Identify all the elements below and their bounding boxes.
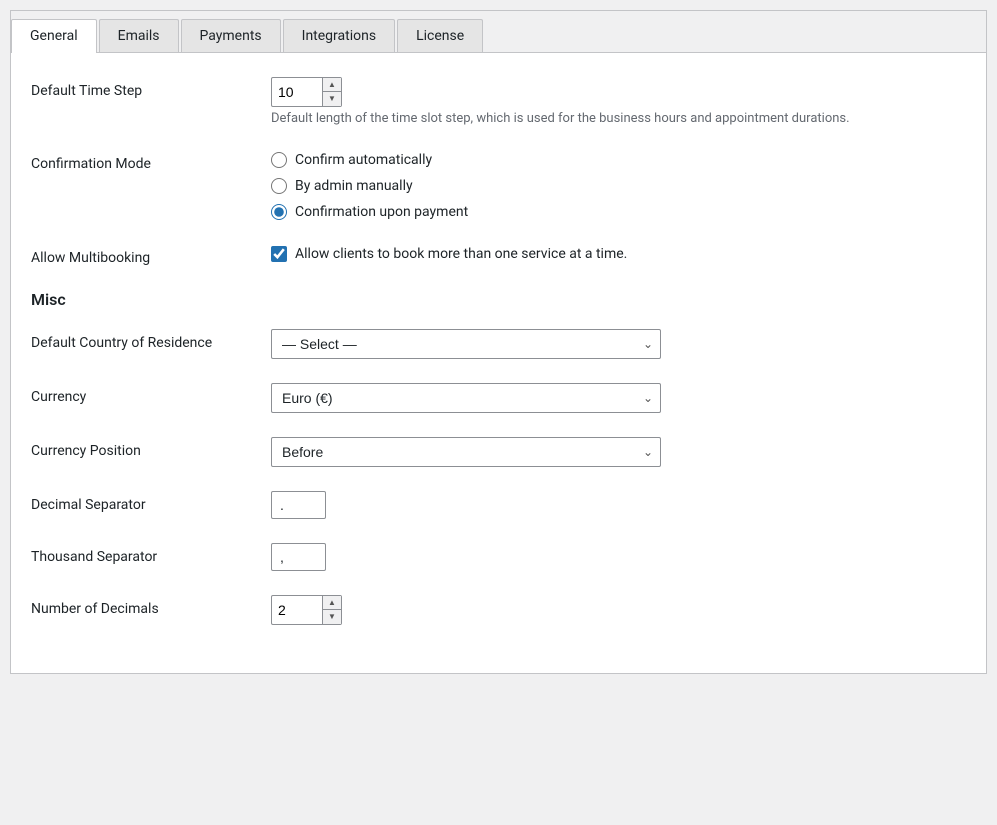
decimals-spinner: ▲ ▼ <box>322 596 341 624</box>
thousand-separator-row: Thousand Separator <box>31 543 966 571</box>
currency-select[interactable]: Euro (€) <box>271 383 661 413</box>
currency-row: Currency Euro (€) ⌄ <box>31 383 966 413</box>
time-step-up-button[interactable]: ▲ <box>323 78 341 92</box>
tab-integrations[interactable]: Integrations <box>283 19 395 52</box>
time-step-down-button[interactable]: ▼ <box>323 92 341 106</box>
currency-control: Euro (€) ⌄ <box>271 383 966 413</box>
allow-multibooking-label: Allow Multibooking <box>31 244 271 266</box>
number-of-decimals-input[interactable] <box>272 598 322 622</box>
decimal-separator-input[interactable] <box>271 491 326 519</box>
confirmation-mode-label: Confirmation Mode <box>31 150 271 172</box>
time-step-hint: Default length of the time slot step, wh… <box>271 111 966 126</box>
tabs-container: General Emails Payments Integrations Lic… <box>10 10 987 674</box>
radio-confirm-manual[interactable]: By admin manually <box>271 178 966 194</box>
radio-confirm-auto[interactable]: Confirm automatically <box>271 152 966 168</box>
multibooking-checkbox-label: Allow clients to book more than one serv… <box>295 246 627 262</box>
default-time-step-row: Default Time Step ▲ ▼ Default length of … <box>31 77 966 126</box>
radio-confirm-payment-label: Confirmation upon payment <box>295 204 468 220</box>
thousand-separator-input[interactable] <box>271 543 326 571</box>
radio-confirm-manual-input[interactable] <box>271 178 287 194</box>
decimals-input-wrapper: ▲ ▼ <box>271 595 342 625</box>
currency-position-select[interactable]: Before After <box>271 437 661 467</box>
default-time-step-control: ▲ ▼ Default length of the time slot step… <box>271 77 966 126</box>
multibooking-checkbox-item[interactable]: Allow clients to book more than one serv… <box>271 244 966 262</box>
decimal-separator-control <box>271 491 966 519</box>
radio-confirm-auto-input[interactable] <box>271 152 287 168</box>
radio-confirm-manual-label: By admin manually <box>295 178 413 194</box>
radio-confirm-payment-input[interactable] <box>271 204 287 220</box>
currency-position-row: Currency Position Before After ⌄ <box>31 437 966 467</box>
time-step-spinner: ▲ ▼ <box>322 78 341 106</box>
decimals-up-button[interactable]: ▲ <box>323 596 341 610</box>
tab-general[interactable]: General <box>11 19 97 53</box>
page-wrapper: General Emails Payments Integrations Lic… <box>0 0 997 825</box>
default-country-select[interactable]: — Select — <box>271 329 661 359</box>
allow-multibooking-row: Allow Multibooking Allow clients to book… <box>31 244 966 266</box>
tab-emails[interactable]: Emails <box>99 19 179 52</box>
number-of-decimals-control: ▲ ▼ <box>271 595 966 625</box>
default-country-row: Default Country of Residence — Select — … <box>31 329 966 359</box>
time-step-input-wrapper: ▲ ▼ <box>271 77 342 107</box>
tab-license[interactable]: License <box>397 19 483 52</box>
currency-select-wrapper: Euro (€) ⌄ <box>271 383 661 413</box>
decimal-separator-label: Decimal Separator <box>31 491 271 513</box>
radio-confirm-payment[interactable]: Confirmation upon payment <box>271 204 966 220</box>
thousand-separator-control <box>271 543 966 571</box>
default-country-label: Default Country of Residence <box>31 329 271 351</box>
tab-payments[interactable]: Payments <box>181 19 281 52</box>
decimals-down-button[interactable]: ▼ <box>323 610 341 624</box>
thousand-separator-label: Thousand Separator <box>31 543 271 565</box>
default-country-select-wrapper: — Select — ⌄ <box>271 329 661 359</box>
decimal-separator-row: Decimal Separator <box>31 491 966 519</box>
tab-general-content: Default Time Step ▲ ▼ Default length of … <box>11 53 986 673</box>
multibooking-checkbox[interactable] <box>271 246 287 262</box>
currency-position-select-wrapper: Before After ⌄ <box>271 437 661 467</box>
confirmation-mode-control: Confirm automatically By admin manually … <box>271 150 966 220</box>
number-of-decimals-label: Number of Decimals <box>31 595 271 617</box>
currency-position-label: Currency Position <box>31 437 271 459</box>
confirmation-mode-row: Confirmation Mode Confirm automatically … <box>31 150 966 220</box>
default-time-step-label: Default Time Step <box>31 77 271 99</box>
number-of-decimals-row: Number of Decimals ▲ ▼ <box>31 595 966 625</box>
time-step-input[interactable] <box>272 80 322 104</box>
currency-position-control: Before After ⌄ <box>271 437 966 467</box>
misc-section-title: Misc <box>31 290 966 309</box>
allow-multibooking-control: Allow clients to book more than one serv… <box>271 244 966 262</box>
default-country-control: — Select — ⌄ <box>271 329 966 359</box>
tabs-header: General Emails Payments Integrations Lic… <box>11 11 986 53</box>
currency-label: Currency <box>31 383 271 405</box>
confirmation-mode-radio-group: Confirm automatically By admin manually … <box>271 150 966 220</box>
radio-confirm-auto-label: Confirm automatically <box>295 152 432 168</box>
